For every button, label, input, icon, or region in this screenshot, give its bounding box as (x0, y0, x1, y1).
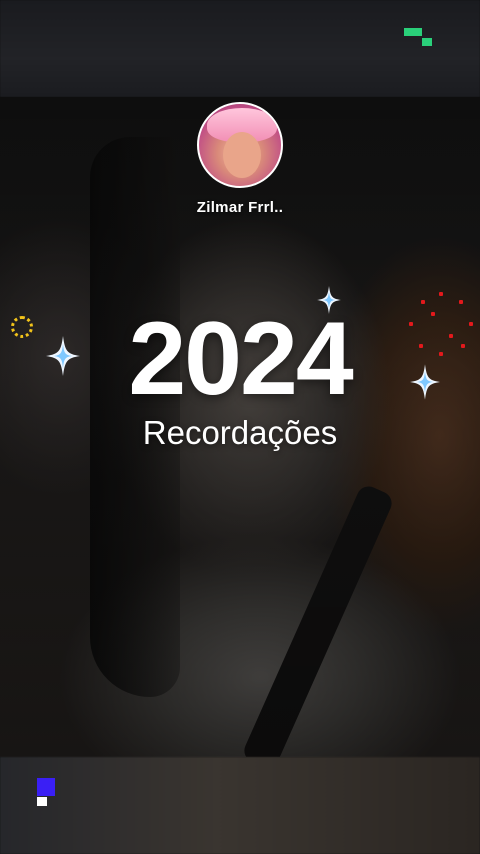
watermark-bottom-icon (37, 778, 57, 808)
watermark-top-icon (404, 28, 434, 48)
avatar-face-shape (223, 132, 261, 178)
recap-subtitle: Recordações (142, 414, 338, 451)
profile-avatar[interactable] (197, 102, 283, 188)
profile-username[interactable]: Zilmar Frrl.. (0, 199, 480, 216)
top-letterbox (0, 0, 480, 97)
bottom-letterbox (0, 757, 480, 854)
recap-year: 2024 (128, 301, 353, 417)
